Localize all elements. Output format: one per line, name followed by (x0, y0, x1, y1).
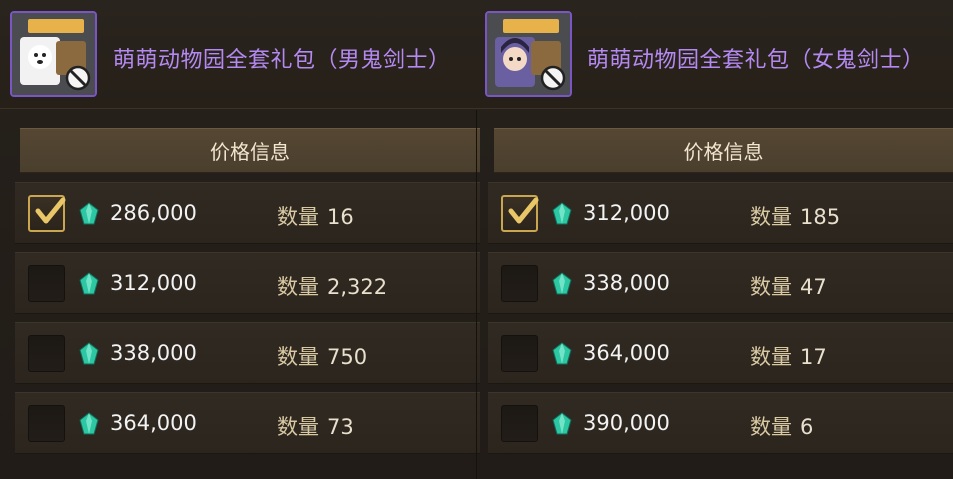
price-row[interactable]: 364,000 数量 73 (15, 392, 480, 454)
quantity-label: 数量 (750, 275, 792, 299)
row-checkbox[interactable] (28, 335, 65, 372)
row-checkbox[interactable] (28, 265, 65, 302)
price-row[interactable]: 312,000 数量 185 (488, 182, 953, 244)
price-value: 364,000 (110, 411, 197, 435)
gem-currency-icon (79, 342, 99, 365)
price-value: 390,000 (583, 411, 670, 435)
no-trade-icon (65, 65, 91, 91)
quantity-label: 数量 (277, 345, 319, 369)
price-row[interactable]: 364,000 数量 17 (488, 322, 953, 384)
row-checkbox[interactable] (501, 335, 538, 372)
price-value: 286,000 (110, 201, 197, 225)
price-row[interactable]: 338,000 数量 750 (15, 322, 480, 384)
row-checkbox[interactable] (501, 265, 538, 302)
item-panel-female-slayer: 萌萌动物园全套礼包（女鬼剑士） 价格信息 312,000 数量 185 338,0… (477, 0, 953, 479)
quantity-label: 数量 (750, 205, 792, 229)
quantity-value: 47 (800, 275, 827, 299)
item-title: 萌萌动物园全套礼包（女鬼剑士） (587, 48, 925, 73)
price-row[interactable]: 312,000 数量 2,322 (15, 252, 480, 314)
quantity-value: 17 (800, 345, 827, 369)
row-checkbox[interactable] (501, 405, 538, 442)
item-header: 萌萌动物园全套礼包（女鬼剑士） (477, 0, 953, 109)
quantity-text: 数量 2,322 (277, 271, 387, 301)
price-row[interactable]: 286,000 数量 16 (15, 182, 480, 244)
quantity-text: 数量 73 (277, 411, 354, 441)
quantity-label: 数量 (750, 345, 792, 369)
price-value: 338,000 (583, 271, 670, 295)
item-package-icon[interactable] (10, 11, 97, 97)
quantity-label: 数量 (277, 415, 319, 439)
price-value: 364,000 (583, 341, 670, 365)
gem-currency-icon (552, 202, 572, 225)
quantity-label: 数量 (750, 415, 792, 439)
price-info-header: 价格信息 (20, 128, 480, 173)
quantity-value: 73 (327, 415, 354, 439)
item-title: 萌萌动物园全套礼包（男鬼剑士） (113, 48, 451, 73)
price-row[interactable]: 390,000 数量 6 (488, 392, 953, 454)
quantity-value: 750 (327, 345, 368, 369)
quantity-text: 数量 17 (750, 341, 827, 371)
quantity-value: 6 (800, 415, 814, 439)
gem-currency-icon (79, 272, 99, 295)
price-info-header: 价格信息 (494, 128, 953, 173)
price-value: 312,000 (583, 201, 670, 225)
gem-currency-icon (79, 412, 99, 435)
gem-currency-icon (552, 272, 572, 295)
quantity-text: 数量 185 (750, 201, 840, 231)
row-checkbox[interactable] (28, 195, 66, 232)
gem-currency-icon (552, 412, 572, 435)
quantity-text: 数量 750 (277, 341, 367, 371)
item-header: 萌萌动物园全套礼包（男鬼剑士） (0, 0, 477, 109)
row-checkbox[interactable] (28, 405, 65, 442)
quantity-text: 数量 6 (750, 411, 813, 441)
item-panel-male-slayer: 萌萌动物园全套礼包（男鬼剑士） 价格信息 286,000 数量 16 312,00… (0, 0, 480, 479)
quantity-label: 数量 (277, 205, 319, 229)
checkmark-icon (508, 197, 539, 224)
quantity-text: 数量 16 (277, 201, 354, 231)
checkmark-icon (35, 197, 66, 224)
quantity-text: 数量 47 (750, 271, 827, 301)
no-trade-icon (540, 65, 566, 91)
auction-price-compare: 萌萌动物园全套礼包（男鬼剑士） 价格信息 286,000 数量 16 312,00… (0, 0, 953, 479)
quantity-value: 2,322 (327, 275, 388, 299)
price-row[interactable]: 338,000 数量 47 (488, 252, 953, 314)
quantity-value: 185 (800, 205, 841, 229)
price-value: 338,000 (110, 341, 197, 365)
quantity-label: 数量 (277, 275, 319, 299)
gem-currency-icon (552, 342, 572, 365)
row-checkbox[interactable] (501, 195, 539, 232)
gem-currency-icon (79, 202, 99, 225)
item-package-icon[interactable] (485, 11, 572, 97)
quantity-value: 16 (327, 205, 354, 229)
price-value: 312,000 (110, 271, 197, 295)
